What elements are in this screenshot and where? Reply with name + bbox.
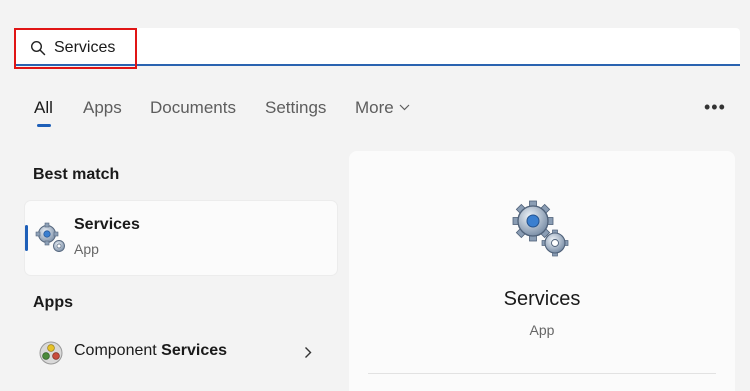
component-services-label: Component Services — [74, 342, 228, 359]
tab-more[interactable]: More — [355, 98, 394, 118]
apps-heading: Apps — [33, 294, 73, 311]
services-gear-icon — [512, 200, 569, 257]
chevron-right-icon[interactable] — [304, 346, 312, 359]
selection-accent — [25, 225, 28, 251]
best-match-title: Services — [74, 216, 140, 233]
tab-settings[interactable]: Settings — [265, 98, 326, 118]
chevron-down-icon — [399, 104, 410, 111]
component-services-icon — [39, 341, 63, 365]
tab-apps[interactable]: Apps — [83, 98, 122, 118]
preview-title: Services — [503, 288, 581, 310]
search-input[interactable] — [54, 37, 714, 59]
preview-subtitle: App — [529, 322, 555, 338]
more-options-button[interactable]: ••• — [704, 97, 726, 118]
preview-divider — [368, 373, 716, 374]
preview-panel — [349, 151, 735, 391]
best-match-result[interactable] — [25, 201, 337, 275]
active-tab-indicator — [37, 124, 51, 127]
best-match-subtitle: App — [74, 241, 99, 257]
tab-all[interactable]: All — [34, 98, 53, 118]
best-match-heading: Best match — [33, 166, 120, 183]
services-gear-icon — [35, 222, 65, 252]
tab-documents[interactable]: Documents — [150, 98, 236, 118]
search-icon — [30, 40, 46, 56]
